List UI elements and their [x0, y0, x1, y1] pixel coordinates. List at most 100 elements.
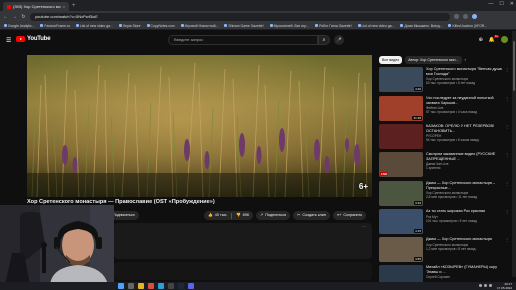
- chevron-right-icon[interactable]: ›: [465, 56, 466, 64]
- video-thumbnail[interactable]: 4:20: [379, 67, 423, 92]
- chip-author[interactable]: Автор: Хор Сретенского мон...: [405, 56, 462, 64]
- recommendation-item[interactable]: 3:49 Джим — Хор Сретенского монастыря – …: [379, 181, 509, 208]
- like-icon[interactable]: 👍: [208, 211, 213, 220]
- more-options-icon[interactable]: ⋮: [505, 181, 509, 186]
- save-button[interactable]: ≡+ Сохранить: [332, 211, 367, 220]
- bookmark-item[interactable]: Дома Мышкино. Всегд...: [400, 24, 442, 28]
- dislike-icon[interactable]: 👎: [236, 211, 241, 220]
- more-options-icon[interactable]: ⋮: [505, 209, 509, 214]
- youtube-logo[interactable]: YouTube: [16, 36, 51, 42]
- avatar[interactable]: [501, 36, 508, 43]
- tab-close-icon[interactable]: ×: [63, 2, 65, 11]
- windows-start-icon[interactable]: [118, 283, 124, 289]
- language-icon[interactable]: [489, 284, 492, 287]
- recommendation-title[interactable]: Смотрим заказанные видео (РУССКИЕ ЗАПРЕЩ…: [426, 152, 502, 161]
- recommendation-channel[interactable]: Сергей Сорокин: [426, 275, 502, 279]
- recommendation-title[interactable]: Михайл «КОЗЫРЕВ» (ГУМАНЕРЫ) кору 'Знавш …: [426, 265, 502, 274]
- extension-icon[interactable]: [463, 14, 468, 19]
- reload-button[interactable]: ↻: [21, 14, 26, 20]
- search-input[interactable]: Введите запрос: [168, 35, 318, 45]
- forward-button[interactable]: →: [12, 14, 17, 20]
- telegram-icon[interactable]: [158, 283, 164, 289]
- more-options-icon[interactable]: ⋮: [505, 96, 509, 101]
- scrollbar-thumb[interactable]: [513, 41, 515, 91]
- window-controls: — ☐ ✕: [488, 1, 514, 7]
- bookmark-item[interactable]: Робот Ганга Gazette!: [315, 24, 352, 28]
- discord-icon[interactable]: [188, 283, 194, 289]
- bookmark-item[interactable]: List of new video ga...: [76, 24, 113, 28]
- volume-icon[interactable]: [484, 284, 487, 287]
- more-options-icon[interactable]: ⋮: [505, 152, 509, 157]
- clock[interactable]: 20:17 17.05.2024: [497, 282, 512, 290]
- more-options-icon[interactable]: ⋮: [505, 124, 509, 129]
- more-options-icon[interactable]: ⋮: [505, 237, 509, 242]
- recommendation-stats: 63 тыс. просмотров • 5 лет назад: [426, 81, 476, 86]
- recommendation-item[interactable]: Михайл «КОЗЫРЕВ» (ГУМАНЕРЫ) кору 'Знавш …: [379, 265, 509, 282]
- video-thumbnail[interactable]: LIVE: [379, 152, 423, 177]
- recommendation-title[interactable]: Аз ты стать широкая Рос красная: [426, 209, 502, 214]
- search-icon[interactable]: ⌕: [318, 35, 330, 45]
- browser-tab-active[interactable]: (393) Хор Сретенского мо ×: [3, 2, 69, 11]
- create-icon[interactable]: ⊕: [479, 37, 483, 43]
- video-thumbnail[interactable]: [379, 265, 423, 282]
- clip-button[interactable]: ✂ Создать клип: [293, 211, 330, 220]
- chip-all[interactable]: Все видео: [379, 56, 403, 64]
- recommendation-title[interactable]: Джим — Хор Сретенского монастыря: [426, 237, 502, 242]
- recommendation-item[interactable]: 4:55 Джим — Хор Сретенского монастыря Хо…: [379, 237, 509, 264]
- video-thumbnail[interactable]: [379, 124, 423, 149]
- obs-icon[interactable]: [168, 283, 174, 289]
- maximize-button[interactable]: ☐: [499, 1, 503, 7]
- url-input[interactable]: youtube.com/watch?v=5NxPwf3ioE: [30, 12, 450, 21]
- recommendation-title[interactable]: Джим — Хор Сретенского монастыря – Прекр…: [426, 181, 502, 190]
- bookmark-item[interactable]: Shivam Game Gazette!: [224, 24, 264, 28]
- bookmark-item[interactable]: FaviconFrame.ru: [40, 24, 70, 28]
- bookmark-item[interactable]: Sepia Store: [118, 24, 141, 28]
- new-tab-button[interactable]: +: [72, 2, 76, 11]
- extension-icon[interactable]: [454, 14, 459, 19]
- video-thumbnail[interactable]: 3:49: [379, 181, 423, 206]
- video-thumbnail[interactable]: 4:15: [379, 209, 423, 234]
- share-button[interactable]: ↗ Поделиться: [256, 211, 291, 220]
- explorer-icon[interactable]: [138, 283, 144, 289]
- video-thumbnail[interactable]: 41:38: [379, 96, 423, 121]
- video-thumbnail[interactable]: 4:55: [379, 237, 423, 262]
- close-window-button[interactable]: ✕: [510, 1, 514, 7]
- recommendation-title[interactable]: КАЗАКОВ: ОРЕЛЮ У НЕТ РЕЗЕРВОВ! ОСТАНОВИТ…: [426, 124, 502, 133]
- recommendation-item[interactable]: КАЗАКОВ: ОРЕЛЮ У НЕТ РЕЗЕРВОВ! ОСТАНОВИТ…: [379, 124, 509, 151]
- minimize-button[interactable]: —: [488, 1, 493, 7]
- more-options-icon[interactable]: ⋮: [505, 67, 509, 72]
- bookmark-icon: [40, 24, 44, 27]
- bookmark-item[interactable]: Google Analytic...: [4, 24, 34, 28]
- recommendation-meta: Смотрим заказанные видео (РУССКИЕ ЗАПРЕЩ…: [426, 152, 502, 170]
- bookmark-item[interactable]: Мультиплей. Все игр...: [269, 24, 309, 28]
- recommendation-item[interactable]: 4:20 Хор Сретенского монастыря "Венчая д…: [379, 67, 509, 94]
- bell-icon[interactable]: 🔔 9+: [489, 34, 499, 43]
- steam-icon[interactable]: [178, 283, 184, 289]
- recommendation-item[interactable]: 41:38 Что последует за неудачной попытко…: [379, 96, 509, 123]
- profile-icon[interactable]: [472, 14, 477, 19]
- recommendation-item[interactable]: LIVE Смотрим заказанные видео (РУССКИЕ З…: [379, 152, 509, 179]
- mic-icon[interactable]: 🎤: [334, 35, 344, 45]
- recommendation-stats: 57 тыс. просмотров • 4 часа назад: [426, 110, 477, 115]
- more-options-icon[interactable]: ⋯: [362, 224, 366, 229]
- duration-badge: 4:55: [414, 257, 422, 261]
- network-icon[interactable]: [479, 284, 482, 287]
- like-dislike-group[interactable]: 👍 40 тыс. 👎 896: [204, 211, 254, 220]
- back-button[interactable]: ←: [3, 14, 8, 20]
- recommendation-title[interactable]: Что последует за неудачной попыткой захв…: [426, 96, 502, 105]
- bookmark-item[interactable]: CopyNotes.com: [146, 24, 175, 28]
- menu-icon[interactable]: ☰: [6, 37, 11, 44]
- recommendation-item[interactable]: 4:15 Аз ты стать широкая Рос красная Рок…: [379, 209, 509, 236]
- bookmark-item[interactable]: Killed Auction (XFOR...: [448, 24, 487, 28]
- chrome-icon[interactable]: [148, 283, 154, 289]
- video-player[interactable]: 6+: [27, 55, 372, 197]
- bookmark-item[interactable]: Игровой Новостной...: [180, 24, 218, 28]
- page-scrollbar[interactable]: [512, 31, 516, 277]
- description-box[interactable]: [114, 223, 372, 259]
- search-icon[interactable]: [128, 283, 134, 289]
- recommendation-stats: 1,2 млн просмотров • 8 лет назад: [426, 246, 476, 251]
- bookmark-item[interactable]: List of new video ga...: [357, 24, 394, 28]
- recommendation-title[interactable]: Хор Сретенского монастыря "Венчая душа м…: [426, 67, 502, 76]
- bookmark-icon: [118, 24, 122, 27]
- bookmark-icon: [400, 24, 404, 27]
